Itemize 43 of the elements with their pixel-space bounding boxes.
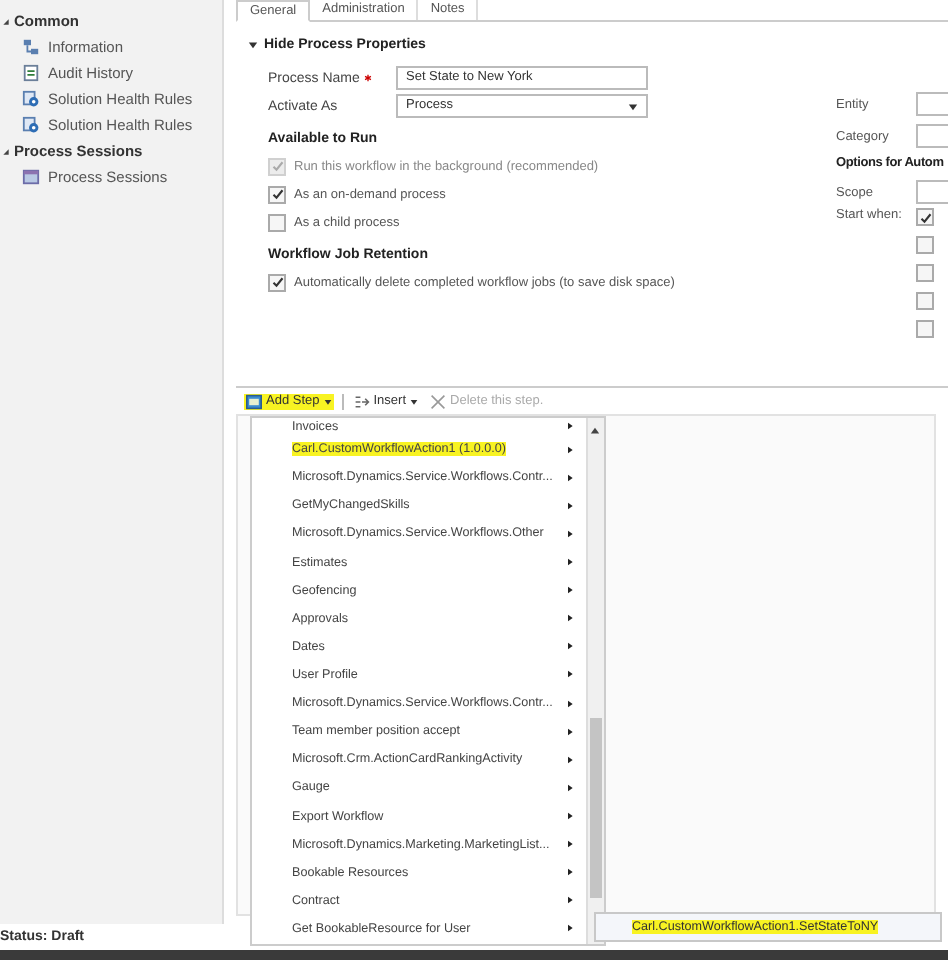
submenu-arrow-icon xyxy=(566,727,574,736)
submenu-arrow-icon xyxy=(566,896,574,905)
submenu-arrow-icon xyxy=(566,812,574,821)
document-icon xyxy=(22,64,40,82)
submenu-arrow-icon xyxy=(566,422,574,430)
window-icon xyxy=(246,393,262,409)
caret-icon xyxy=(628,101,638,111)
scroll-up-icon[interactable] xyxy=(590,426,600,436)
submenu-arrow-icon xyxy=(566,586,574,595)
submenu-arrow-icon xyxy=(566,670,574,679)
submenu-arrow-icon xyxy=(566,840,574,849)
checkbox[interactable] xyxy=(916,208,934,226)
document-gear-icon xyxy=(22,90,40,108)
insert-icon xyxy=(353,393,370,409)
submenu-arrow-icon xyxy=(566,473,574,482)
submenu-arrow-icon xyxy=(566,501,574,510)
expand-icon[interactable] xyxy=(2,147,10,155)
collapse-icon[interactable] xyxy=(248,40,258,50)
submenu-arrow-icon xyxy=(566,614,574,623)
submenu-arrow-icon xyxy=(566,755,574,764)
calendar-icon xyxy=(22,168,40,186)
submenu-arrow-icon xyxy=(566,558,574,567)
submenu-arrow-icon xyxy=(566,445,574,454)
checkbox[interactable] xyxy=(268,213,286,231)
checkbox[interactable] xyxy=(916,236,934,254)
caret-icon xyxy=(323,397,332,405)
checkbox[interactable] xyxy=(916,292,934,310)
document-gear-icon xyxy=(22,116,40,134)
checkbox[interactable] xyxy=(268,273,286,291)
submenu-arrow-icon xyxy=(566,868,574,877)
submenu-arrow-icon xyxy=(566,783,574,792)
submenu-arrow-icon xyxy=(566,699,574,708)
checkbox[interactable] xyxy=(916,264,934,282)
submenu-arrow-icon xyxy=(566,924,574,933)
delete-icon xyxy=(430,393,447,409)
checkbox[interactable] xyxy=(916,320,934,338)
hierarchy-icon xyxy=(22,38,40,56)
scrollbar[interactable] xyxy=(586,418,604,944)
submenu-arrow-icon xyxy=(566,642,574,651)
checkbox[interactable] xyxy=(268,185,286,203)
submenu-arrow-icon xyxy=(566,529,574,538)
expand-icon[interactable] xyxy=(2,17,10,25)
caret-icon xyxy=(410,397,419,405)
